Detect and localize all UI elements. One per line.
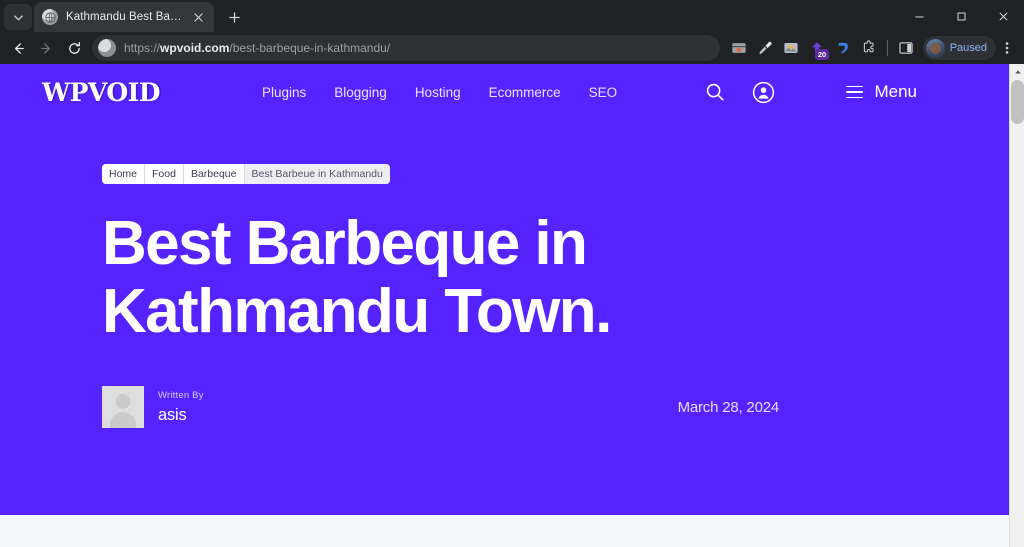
browser-tab[interactable]: Kathmandu Best Barbeque: [34, 2, 214, 32]
breadcrumb-item-barbeque[interactable]: Barbeque: [183, 164, 245, 184]
reload-icon: [68, 41, 80, 54]
minimize-button[interactable]: [898, 0, 940, 32]
tab-strip: Kathmandu Best Barbeque: [0, 0, 1024, 32]
tab-search-button[interactable]: [4, 4, 32, 30]
user-avatar: [925, 38, 945, 58]
menu-toggle-button[interactable]: Menu: [846, 82, 917, 102]
hero-section: Home Food Barbeque Best Barbeue in Kathm…: [0, 120, 1009, 515]
written-by-label: Written By: [158, 389, 204, 401]
page-scrollbar[interactable]: [1009, 64, 1024, 547]
extensions-puzzle-icon[interactable]: [856, 35, 882, 61]
browser-menu-button[interactable]: [996, 35, 1018, 61]
browser-window: Kathmandu Best Barbeque: [0, 0, 1024, 547]
main-navigation: Plugins Blogging Hosting Ecommerce SEO: [262, 85, 617, 100]
post-author: Written By asis: [102, 386, 204, 429]
close-window-button[interactable]: [982, 0, 1024, 32]
hamburger-icon: [846, 85, 864, 99]
bookmark-tag-icon[interactable]: [830, 35, 856, 61]
page-viewport: WPVOID Plugins Blogging Hosting Ecommerc…: [0, 64, 1024, 547]
url-domain: wpvoid.com: [160, 41, 230, 55]
url-prefix: https://: [124, 41, 161, 55]
header-actions: Menu: [702, 79, 1009, 105]
nav-item-hosting[interactable]: Hosting: [415, 85, 461, 100]
nav-item-blogging[interactable]: Blogging: [334, 85, 387, 100]
window-controls: [898, 0, 1024, 32]
side-panel-icon[interactable]: [893, 35, 919, 61]
nav-item-ecommerce[interactable]: Ecommerce: [489, 85, 561, 100]
scrollbar-up-button[interactable]: [1010, 64, 1024, 80]
post-meta: Written By asis March 28, 2024: [102, 386, 949, 429]
upload-arrow-icon[interactable]: 20: [804, 35, 830, 61]
author-text-block: Written By asis: [158, 390, 204, 425]
plus-icon: [228, 11, 240, 23]
back-button[interactable]: [4, 34, 32, 62]
browser-toolbar: https://wpvoid.com/best-barbeque-in-kath…: [0, 32, 1024, 64]
author-name[interactable]: asis: [158, 406, 204, 425]
site-info-globe-icon[interactable]: [98, 39, 116, 57]
search-button[interactable]: [702, 79, 728, 105]
url-text: https://wpvoid.com/best-barbeque-in-kath…: [124, 41, 390, 55]
close-icon: [998, 11, 1008, 21]
account-button[interactable]: [750, 79, 776, 105]
arrow-left-icon: [14, 42, 24, 54]
url-path: /best-barbeque-in-kathmandu/: [229, 41, 391, 55]
breadcrumb-item-home[interactable]: Home: [102, 164, 146, 184]
close-icon[interactable]: [190, 9, 206, 25]
search-icon: [707, 83, 725, 101]
chevron-down-icon: [13, 14, 23, 20]
image-download-icon[interactable]: [778, 35, 804, 61]
maximize-icon: [957, 12, 965, 20]
arrow-right-icon: [40, 42, 50, 54]
user-placeholder-avatar-body: [110, 412, 136, 429]
profile-chip[interactable]: Paused: [922, 36, 996, 60]
eyedropper-icon[interactable]: [752, 35, 778, 61]
author-avatar: [102, 386, 144, 429]
scroll-up-arrow-icon: [1014, 70, 1021, 74]
tab-title: Kathmandu Best Barbeque: [66, 11, 182, 23]
scrollbar-thumb[interactable]: [1011, 80, 1024, 124]
minimize-icon: [914, 15, 924, 17]
menu-toggle-label: Menu: [874, 82, 917, 101]
forward-button[interactable]: [32, 34, 60, 62]
address-bar[interactable]: https://wpvoid.com/best-barbeque-in-kath…: [92, 35, 720, 61]
profile-status-label: Paused: [949, 42, 987, 54]
nav-item-plugins[interactable]: Plugins: [262, 85, 306, 100]
maximize-button[interactable]: [940, 0, 982, 32]
user-placeholder-avatar-head: [115, 394, 131, 410]
site-logo[interactable]: WPVOID: [42, 78, 160, 107]
globe-icon: [42, 9, 58, 25]
web-page: WPVOID Plugins Blogging Hosting Ecommerc…: [0, 64, 1009, 547]
extension-badge-count: 20: [815, 48, 829, 60]
nav-item-seo[interactable]: SEO: [589, 85, 618, 100]
new-tab-button[interactable]: [220, 3, 248, 31]
breadcrumb-item-food[interactable]: Food: [145, 164, 184, 184]
media-capture-icon[interactable]: [726, 35, 752, 61]
user-circle-icon: [752, 81, 775, 103]
breadcrumb-item-current: Best Barbeue in Kathmandu: [244, 164, 390, 184]
reload-button[interactable]: [60, 34, 88, 62]
page-title: Best Barbeque in Kathmandu Town.: [102, 209, 612, 347]
post-date: March 28, 2024: [677, 398, 780, 416]
article-body: Experience a very first premium Live Gri…: [0, 515, 1009, 547]
breadcrumb: Home Food Barbeque Best Barbeue in Kathm…: [102, 164, 390, 184]
kebab-menu-icon: [1005, 42, 1009, 54]
site-header: WPVOID Plugins Blogging Hosting Ecommerc…: [0, 64, 1009, 120]
toolbar-divider: [886, 40, 888, 56]
